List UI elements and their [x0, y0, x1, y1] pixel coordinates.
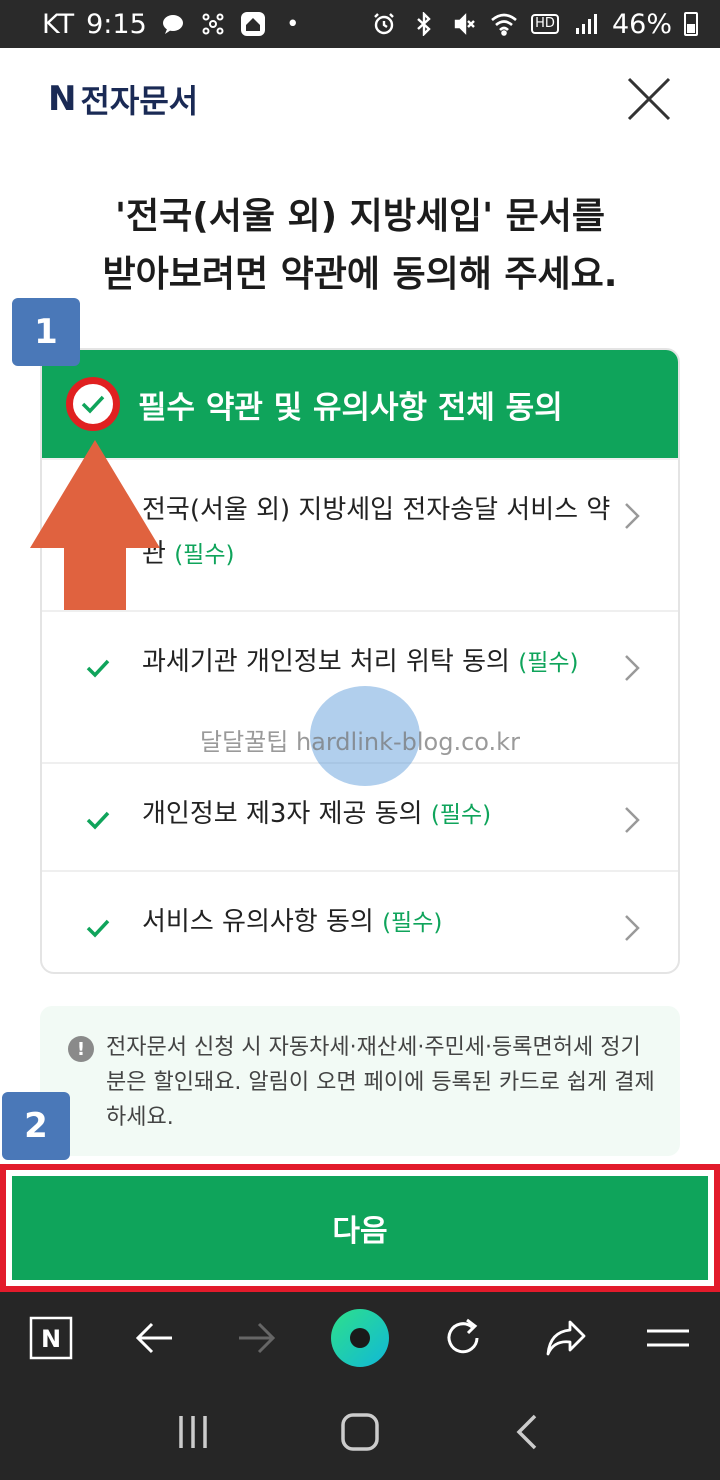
system-nav-bar	[0, 1384, 720, 1480]
system-back-button[interactable]	[497, 1402, 557, 1462]
agreement-item-label: 서비스 유의사항 동의	[142, 907, 374, 937]
arrow-left-icon	[136, 1322, 173, 1354]
status-right: HD 46%	[370, 9, 698, 40]
signal-icon	[572, 10, 600, 38]
network-icon	[199, 10, 227, 38]
naver-n-icon: N	[30, 1316, 73, 1360]
home-icon	[341, 1413, 379, 1451]
check-icon	[81, 395, 105, 414]
chevron-right-icon	[625, 655, 640, 681]
status-left: KT 9:15 •	[42, 9, 307, 40]
home-button[interactable]	[330, 1402, 390, 1462]
check-icon	[86, 919, 110, 938]
svg-text:N: N	[41, 1325, 61, 1353]
alarm-icon	[370, 10, 398, 38]
status-bar: KT 9:15 • HD 46%	[0, 0, 720, 48]
check-icon	[86, 811, 110, 830]
title-line-1: '전국(서울 외) 지방세입' 문서를	[115, 196, 605, 237]
check-icon	[86, 659, 110, 678]
green-dot-icon	[330, 1309, 389, 1367]
naver-home-button[interactable]: N	[21, 1308, 81, 1368]
green-dot-button[interactable]	[330, 1308, 390, 1368]
browser-toolbar: N	[0, 1292, 720, 1384]
required-tag: (필수)	[518, 650, 579, 676]
back-chevron-icon	[516, 1414, 536, 1450]
status-time: 9:15	[86, 8, 147, 40]
share-button[interactable]	[536, 1308, 596, 1368]
chevron-right-icon	[625, 807, 640, 833]
forward-button[interactable]	[227, 1308, 287, 1368]
carrier-label: KT	[42, 8, 75, 40]
chat-icon	[159, 10, 187, 38]
battery-percent: 46%	[611, 8, 672, 40]
hamburger-icon	[647, 1329, 690, 1347]
arrow-right-icon	[239, 1322, 276, 1354]
recent-apps-button[interactable]	[163, 1402, 223, 1462]
close-icon	[627, 77, 671, 121]
refresh-icon	[447, 1318, 479, 1354]
recent-apps-icon	[179, 1416, 208, 1448]
arrow-up-icon	[30, 440, 160, 610]
agreement-item[interactable]: 서비스 유의사항 동의 (필수)	[42, 870, 678, 972]
agreement-item-text: 서비스 유의사항 동의 (필수)	[142, 900, 442, 945]
chevron-right-icon	[625, 915, 640, 941]
agree-all-checkbox[interactable]	[66, 377, 120, 431]
bluetooth-icon	[410, 10, 438, 38]
chevron-right-icon	[625, 503, 640, 529]
watermark-text: 달달꿀팁 hardlink-blog.co.kr	[200, 728, 520, 756]
hd-label: HD	[531, 14, 559, 34]
refresh-button[interactable]	[433, 1308, 493, 1368]
share-icon	[546, 1320, 586, 1356]
logo-n-icon: N	[48, 79, 77, 119]
agree-all-label: 필수 약관 및 유의사항 전체 동의	[138, 389, 563, 426]
page-title: '전국(서울 외) 지방세입' 문서를 받아보려면 약관에 동의해 주세요.	[0, 188, 720, 304]
title-line-2: 받아보려면 약관에 동의해 주세요.	[102, 254, 618, 295]
close-button[interactable]	[624, 74, 674, 124]
agreement-item-label: 과세기관 개인정보 처리 위탁 동의	[142, 647, 510, 677]
agreement-item-text: 과세기관 개인정보 처리 위탁 동의 (필수)	[142, 640, 579, 685]
notice-box: ! 전자문서 신청 시 자동차세·재산세·주민세·등록면허세 정기분은 할인돼요…	[40, 1006, 680, 1156]
agreement-item-text: 개인정보 제3자 제공 동의 (필수)	[142, 792, 491, 837]
info-icon: !	[68, 1036, 94, 1062]
mute-icon	[450, 10, 478, 38]
step-marker-2: 2	[2, 1092, 70, 1160]
step-marker-1: 1	[12, 298, 80, 366]
watermark: 달달꿀팁 hardlink-blog.co.kr	[200, 686, 530, 786]
next-button-highlight: 다음	[0, 1164, 720, 1292]
notice-text: 전자문서 신청 시 자동차세·재산세·주민세·등록면허세 정기분은 할인돼요. …	[106, 1035, 655, 1130]
logo-text: 전자문서	[80, 82, 199, 120]
menu-button[interactable]	[638, 1308, 698, 1368]
required-tag: (필수)	[174, 542, 235, 568]
home-app-icon	[239, 10, 267, 38]
logo: N 전자문서	[48, 76, 198, 122]
wifi-icon	[490, 10, 518, 38]
dot-icon: •	[286, 11, 300, 37]
battery-icon	[684, 12, 698, 36]
agreement-item-label: 개인정보 제3자 제공 동의	[142, 799, 423, 829]
agreement-item-text: 전국(서울 외) 지방세입 전자송달 서비스 약관 (필수)	[142, 488, 618, 577]
hd-voice-icon: HD	[530, 10, 560, 38]
required-tag: (필수)	[382, 910, 443, 936]
back-button[interactable]	[124, 1308, 184, 1368]
next-button[interactable]: 다음	[12, 1176, 708, 1280]
app-header: N 전자문서	[0, 48, 720, 158]
required-tag: (필수)	[430, 802, 492, 828]
